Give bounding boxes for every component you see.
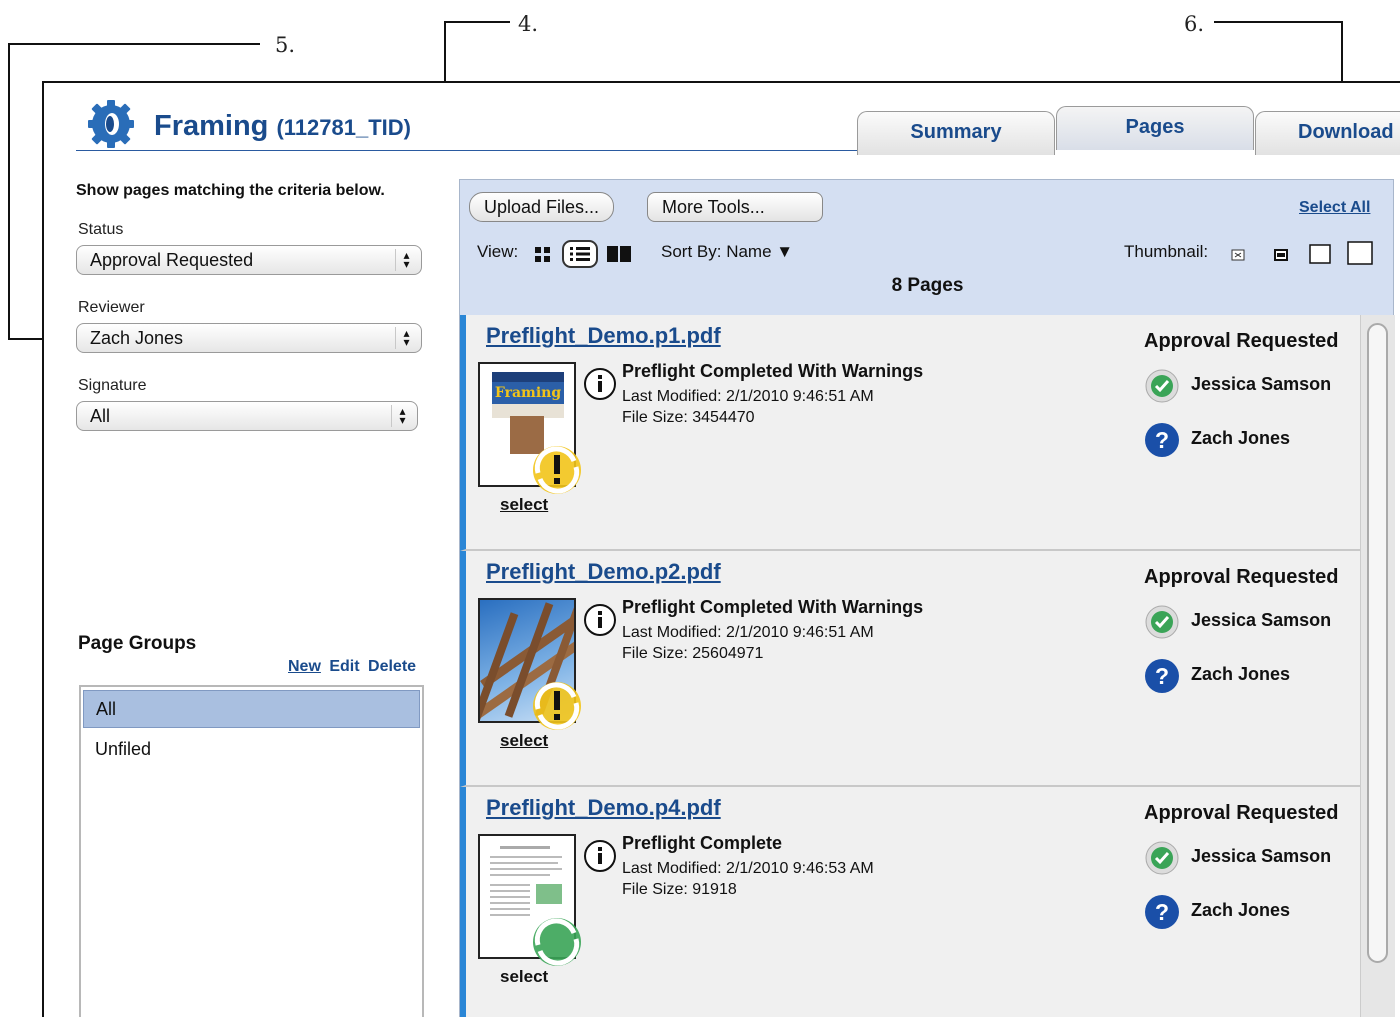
page-groups-actions: New Edit Delete bbox=[284, 658, 416, 676]
list-view-icon[interactable] bbox=[562, 240, 598, 268]
file-size: File Size: 3454470 bbox=[622, 409, 755, 426]
select-link[interactable]: select bbox=[500, 967, 548, 987]
callout-4: 4. bbox=[518, 12, 539, 36]
select-link[interactable]: select bbox=[500, 731, 548, 751]
page-group-all[interactable]: All bbox=[83, 690, 420, 728]
title-divider bbox=[76, 150, 906, 151]
page-filename-link[interactable]: Preflight_Demo.p4.pdf bbox=[486, 795, 721, 821]
thumbnail-tiny-icon[interactable] bbox=[1230, 247, 1246, 263]
new-group-link[interactable]: New bbox=[288, 658, 321, 675]
page-item: Preflight_Demo.p1.pdf Framing select Pre… bbox=[460, 315, 1360, 551]
delete-group-link[interactable]: Delete bbox=[368, 658, 416, 675]
tab-download[interactable]: Download bbox=[1255, 111, 1400, 155]
warning-badge-icon bbox=[533, 446, 581, 494]
criteria-heading: Show pages matching the criteria below. bbox=[76, 182, 385, 199]
page-filename-link[interactable]: Preflight_Demo.p2.pdf bbox=[486, 559, 721, 585]
last-modified: Last Modified: 2/1/2010 9:46:51 AM bbox=[622, 624, 874, 641]
signature-select[interactable]: All ▴ ▾ bbox=[76, 401, 418, 431]
svg-text:?: ? bbox=[1155, 663, 1169, 689]
scrollbar-thumb[interactable] bbox=[1367, 323, 1388, 963]
page-filename-link[interactable]: Preflight_Demo.p1.pdf bbox=[486, 323, 721, 349]
question-icon: ? bbox=[1145, 423, 1179, 457]
more-tools-select[interactable]: More Tools... bbox=[647, 192, 823, 222]
page-title: Framing (112781_TID) bbox=[154, 110, 411, 143]
updown-arrows-icon: ▴ ▾ bbox=[395, 327, 417, 349]
view-label: View: bbox=[477, 242, 519, 261]
file-size: File Size: 25604971 bbox=[622, 645, 764, 662]
question-icon: ? bbox=[1145, 659, 1179, 693]
preflight-status: Preflight Completed With Warnings bbox=[622, 597, 924, 617]
thumbnail-small-icon[interactable] bbox=[1273, 247, 1289, 263]
pages-panel: Upload Files... More Tools... Select All… bbox=[459, 179, 1395, 1017]
tab-pages[interactable]: Pages bbox=[1056, 106, 1254, 150]
signature-label: Signature bbox=[78, 377, 147, 394]
check-icon bbox=[1145, 369, 1179, 403]
page-groups-list: All Unfiled bbox=[79, 685, 424, 1017]
reviewer-select[interactable]: Zach Jones ▴ ▾ bbox=[76, 323, 422, 353]
info-icon[interactable] bbox=[583, 603, 617, 637]
book-view-icon[interactable] bbox=[605, 244, 633, 264]
question-icon: ? bbox=[1145, 895, 1179, 929]
page-group-unfiled[interactable]: Unfiled bbox=[83, 731, 420, 769]
sort-value: Name bbox=[726, 242, 772, 261]
thumbnail-medium-icon[interactable] bbox=[1308, 243, 1332, 265]
select-all-link[interactable]: Select All bbox=[1299, 199, 1370, 217]
callout-5-line bbox=[8, 43, 10, 339]
sort-control[interactable]: Sort By: Name ▼ bbox=[661, 242, 793, 262]
status-select[interactable]: Approval Requested ▴ ▾ bbox=[76, 245, 422, 275]
thumbnail-label: Thumbnail: bbox=[1124, 242, 1209, 261]
job-id: (112781_TID) bbox=[276, 115, 411, 140]
last-modified: Last Modified: 2/1/2010 9:46:51 AM bbox=[622, 388, 874, 405]
info-icon[interactable] bbox=[583, 367, 617, 401]
status-label: Status bbox=[78, 221, 124, 238]
approval-status: Approval Requested bbox=[1144, 330, 1339, 352]
approval-status: Approval Requested bbox=[1144, 802, 1339, 824]
updown-arrows-icon: ▴ ▾ bbox=[395, 249, 417, 271]
warning-badge-icon bbox=[533, 682, 581, 730]
callout-6-line bbox=[1214, 21, 1343, 23]
check-icon bbox=[1145, 605, 1179, 639]
info-icon[interactable] bbox=[583, 839, 617, 873]
reviewer-label: Reviewer bbox=[78, 299, 145, 316]
pages-scrollbar[interactable] bbox=[1360, 315, 1395, 1017]
callout-6: 6. bbox=[1184, 12, 1205, 36]
caret-down-icon: ▼ bbox=[776, 242, 794, 261]
updown-arrows-icon: ▴ ▾ bbox=[391, 405, 413, 427]
select-link[interactable]: select bbox=[500, 495, 548, 515]
last-modified: Last Modified: 2/1/2010 9:46:53 AM bbox=[622, 860, 874, 877]
page-groups-title: Page Groups bbox=[78, 633, 197, 654]
pages-list: Preflight_Demo.p1.pdf Framing select Pre… bbox=[460, 315, 1360, 1017]
preflight-status: Preflight Complete bbox=[622, 833, 783, 853]
grid-view-icon[interactable] bbox=[533, 244, 553, 264]
project-name: Framing bbox=[154, 110, 269, 142]
app-window: Framing (112781_TID) Summary Pages Downl… bbox=[42, 81, 1400, 1017]
tab-summary[interactable]: Summary bbox=[857, 111, 1055, 155]
callout-5-line bbox=[8, 43, 260, 45]
edit-group-link[interactable]: Edit bbox=[329, 658, 359, 675]
callout-4-line bbox=[444, 21, 510, 23]
file-size: File Size: 91918 bbox=[622, 881, 737, 898]
page-item: Preflight_Demo.p2.pdf select Preflight C… bbox=[460, 551, 1360, 787]
callout-5: 5. bbox=[275, 33, 296, 57]
preflight-status: Preflight Completed With Warnings bbox=[622, 361, 924, 381]
check-icon bbox=[1145, 841, 1179, 875]
page-item: Preflight_Demo.p4.pdf select Preflight C… bbox=[460, 787, 1360, 1017]
page-count: 8 Pages bbox=[891, 275, 964, 296]
gear-logo-icon bbox=[88, 100, 134, 148]
upload-files-button[interactable]: Upload Files... bbox=[469, 192, 615, 222]
svg-text:?: ? bbox=[1155, 427, 1169, 453]
thumbnail-large-icon[interactable] bbox=[1346, 240, 1374, 266]
thumbnail-cover-title: Framing bbox=[492, 382, 564, 404]
ok-badge-icon bbox=[533, 918, 581, 966]
svg-text:?: ? bbox=[1155, 899, 1169, 925]
approval-status: Approval Requested bbox=[1144, 566, 1339, 588]
